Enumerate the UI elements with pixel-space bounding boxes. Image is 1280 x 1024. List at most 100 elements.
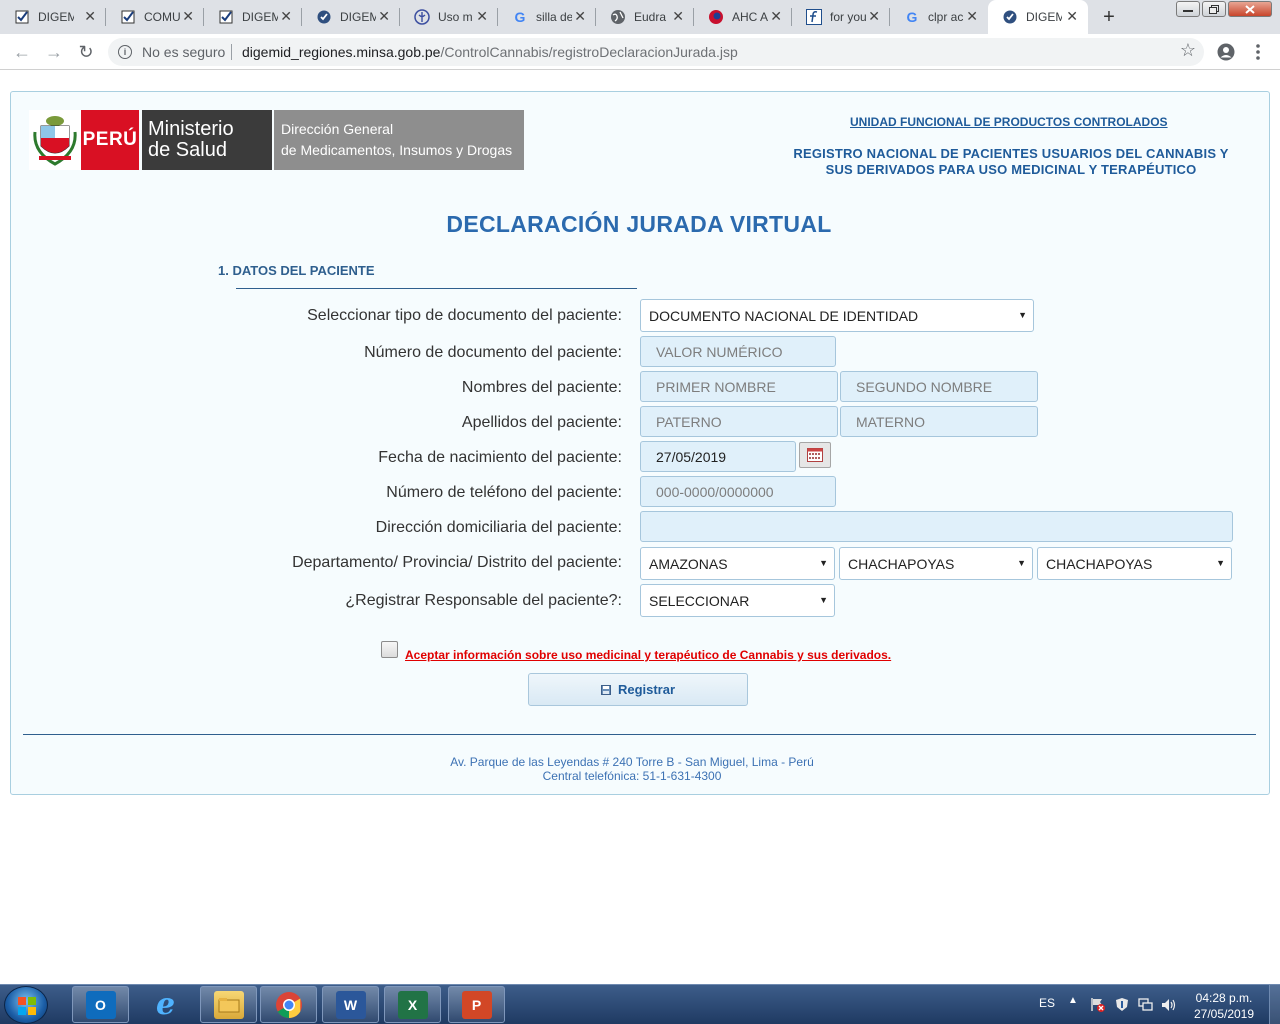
- security-shield-icon[interactable]: [1114, 997, 1129, 1012]
- reload-button[interactable]: ↻: [74, 40, 98, 64]
- save-icon: [600, 684, 611, 695]
- browser-tab-active[interactable]: DIGEM ✕: [988, 0, 1088, 34]
- close-icon[interactable]: ✕: [476, 9, 488, 23]
- browser-tab[interactable]: COMU ✕: [106, 0, 204, 34]
- paternal-surname-input[interactable]: PATERNO: [640, 406, 838, 437]
- powerpoint-icon: P: [461, 990, 492, 1019]
- tab-title: Eudra: [634, 10, 667, 24]
- start-button[interactable]: [4, 986, 48, 1024]
- forward-button[interactable]: →: [42, 40, 66, 64]
- location-label: Departamento/ Provincia/ Distrito del pa…: [292, 554, 622, 571]
- doc-type-select[interactable]: DOCUMENTO NACIONAL DE IDENTIDAD ▼: [640, 299, 1034, 332]
- windows-taskbar: O e W X P ES ▲ 04:28 p.m. 27/05/2019: [0, 984, 1280, 1024]
- tab-title: AHC A: [732, 10, 768, 24]
- chevron-down-icon: ▼: [1216, 558, 1225, 568]
- calendar-button[interactable]: [799, 442, 831, 468]
- section-title: 1. DATOS DEL PACIENTE: [218, 263, 375, 278]
- clock-time: 04:28 p.m.: [1195, 991, 1253, 1005]
- taskbar-chrome[interactable]: [260, 986, 317, 1023]
- tab-title: DIGEM: [1026, 10, 1062, 24]
- chrome-icon: [274, 991, 304, 1019]
- clock-date: 27/05/2019: [1193, 1007, 1255, 1021]
- doc-number-input[interactable]: VALOR NUMÉRICO: [640, 336, 836, 367]
- windows-logo-icon: [18, 997, 36, 1015]
- close-icon[interactable]: ✕: [574, 9, 586, 23]
- address-bar[interactable]: i No es seguro digemid_regiones.minsa.go…: [108, 38, 1204, 66]
- second-name-input[interactable]: SEGUNDO NOMBRE: [840, 371, 1038, 402]
- logo-direction: Dirección General de Medicamentos, Insum…: [274, 110, 524, 170]
- province-select[interactable]: CHACHAPOYAS ▼: [839, 547, 1033, 580]
- browser-tab[interactable]: Eudra ✕: [596, 0, 694, 34]
- close-icon[interactable]: ✕: [966, 9, 978, 23]
- register-button[interactable]: Registrar: [528, 673, 748, 706]
- minimize-button[interactable]: [1176, 1, 1200, 17]
- menu-kebab-icon[interactable]: [1248, 42, 1268, 62]
- browser-tab[interactable]: G clpr ac ✕: [890, 0, 988, 34]
- info-icon[interactable]: i: [118, 45, 132, 59]
- district-select[interactable]: CHACHAPOYAS ▼: [1037, 547, 1232, 580]
- footer: Av. Parque de las Leyendas # 240 Torre B…: [11, 755, 1253, 783]
- restore-button[interactable]: [1202, 1, 1226, 17]
- browser-tab[interactable]: Uso m ✕: [400, 0, 498, 34]
- taskbar-powerpoint[interactable]: P: [448, 986, 505, 1023]
- flag-alert-icon[interactable]: [1090, 997, 1105, 1012]
- browser-toolbar: ← → ↻ i No es seguro digemid_regiones.mi…: [0, 34, 1280, 70]
- close-icon[interactable]: ✕: [280, 9, 292, 23]
- window-close-button[interactable]: [1228, 1, 1272, 17]
- birth-date-label: Fecha de nacimiento del paciente:: [378, 449, 622, 466]
- surnames-label: Apellidos del paciente:: [461, 414, 622, 431]
- first-name-input[interactable]: PRIMER NOMBRE: [640, 371, 838, 402]
- close-icon[interactable]: ✕: [84, 9, 96, 23]
- ahc-logo-icon: [708, 9, 724, 25]
- taskbar-excel[interactable]: X: [384, 986, 441, 1023]
- browser-tab[interactable]: DIGEM ✕: [0, 0, 106, 34]
- page-container: PERÚ Ministerio de Salud Dirección Gener…: [10, 91, 1270, 795]
- close-icon[interactable]: ✕: [1066, 9, 1078, 23]
- show-desktop-button[interactable]: [1269, 985, 1280, 1024]
- formula-icon: [806, 9, 822, 25]
- calendar-icon: [807, 448, 823, 462]
- close-icon[interactable]: ✕: [868, 9, 880, 23]
- birth-date-input[interactable]: 27/05/2019: [640, 441, 796, 472]
- close-icon[interactable]: ✕: [672, 9, 684, 23]
- close-icon[interactable]: ✕: [378, 9, 390, 23]
- taskbar-outlook[interactable]: O: [72, 986, 129, 1023]
- tray-expand-icon[interactable]: ▲: [1068, 995, 1078, 1006]
- close-icon[interactable]: ✕: [770, 9, 782, 23]
- phone-label: Número de teléfono del paciente:: [386, 484, 622, 501]
- security-label: No es seguro: [142, 44, 226, 60]
- address-input[interactable]: [640, 511, 1233, 542]
- browser-tab[interactable]: DIGEM ✕: [204, 0, 302, 34]
- accept-info-link[interactable]: Aceptar información sobre uso medicinal …: [405, 648, 891, 662]
- registro-title-line2: SUS DERIVADOS PARA USO MEDICINAL Y TERAP…: [825, 162, 1197, 177]
- volume-icon[interactable]: [1161, 997, 1176, 1012]
- back-button[interactable]: ←: [10, 40, 34, 64]
- browser-tab[interactable]: DIGEM ✕: [302, 0, 400, 34]
- browser-tab[interactable]: AHC A ✕: [694, 0, 792, 34]
- taskbar-file-explorer[interactable]: [200, 986, 257, 1023]
- accept-checkbox[interactable]: [381, 641, 398, 658]
- system-clock[interactable]: 04:28 p.m. 27/05/2019: [1183, 990, 1265, 1022]
- maternal-surname-input[interactable]: MATERNO: [840, 406, 1038, 437]
- unit-link[interactable]: UNIDAD FUNCIONAL DE PRODUCTOS CONTROLADO…: [850, 115, 1168, 129]
- blue-check-icon: [316, 9, 332, 25]
- registro-title-line1: REGISTRO NACIONAL DE PACIENTES USUARIOS …: [793, 146, 1229, 161]
- network-icon[interactable]: [1138, 997, 1153, 1012]
- close-icon[interactable]: ✕: [182, 9, 194, 23]
- check-box-icon: [14, 9, 30, 25]
- tab-title: Uso m: [438, 10, 473, 24]
- browser-tab[interactable]: G silla de ✕: [498, 0, 596, 34]
- tab-title: DIGEM: [340, 10, 376, 24]
- responsible-select[interactable]: SELECCIONAR ▼: [640, 584, 835, 617]
- browser-tab[interactable]: for you ✕: [792, 0, 890, 34]
- phone-input[interactable]: 000-0000/0000000: [640, 476, 836, 507]
- url-text[interactable]: digemid_regiones.minsa.gob.pe/ControlCan…: [242, 44, 738, 60]
- profile-avatar-icon[interactable]: [1216, 42, 1236, 62]
- language-indicator[interactable]: ES: [1039, 996, 1055, 1010]
- taskbar-internet-explorer[interactable]: e: [137, 986, 194, 1023]
- new-tab-button[interactable]: +: [1096, 5, 1122, 29]
- bookmark-star-icon[interactable]: ☆: [1180, 40, 1196, 61]
- department-select[interactable]: AMAZONAS ▼: [640, 547, 835, 580]
- browser-tab-strip: DIGEM ✕ COMU ✕ DIGEM ✕ DIGEM ✕ Uso m ✕ G…: [0, 0, 1280, 34]
- taskbar-word[interactable]: W: [322, 986, 379, 1023]
